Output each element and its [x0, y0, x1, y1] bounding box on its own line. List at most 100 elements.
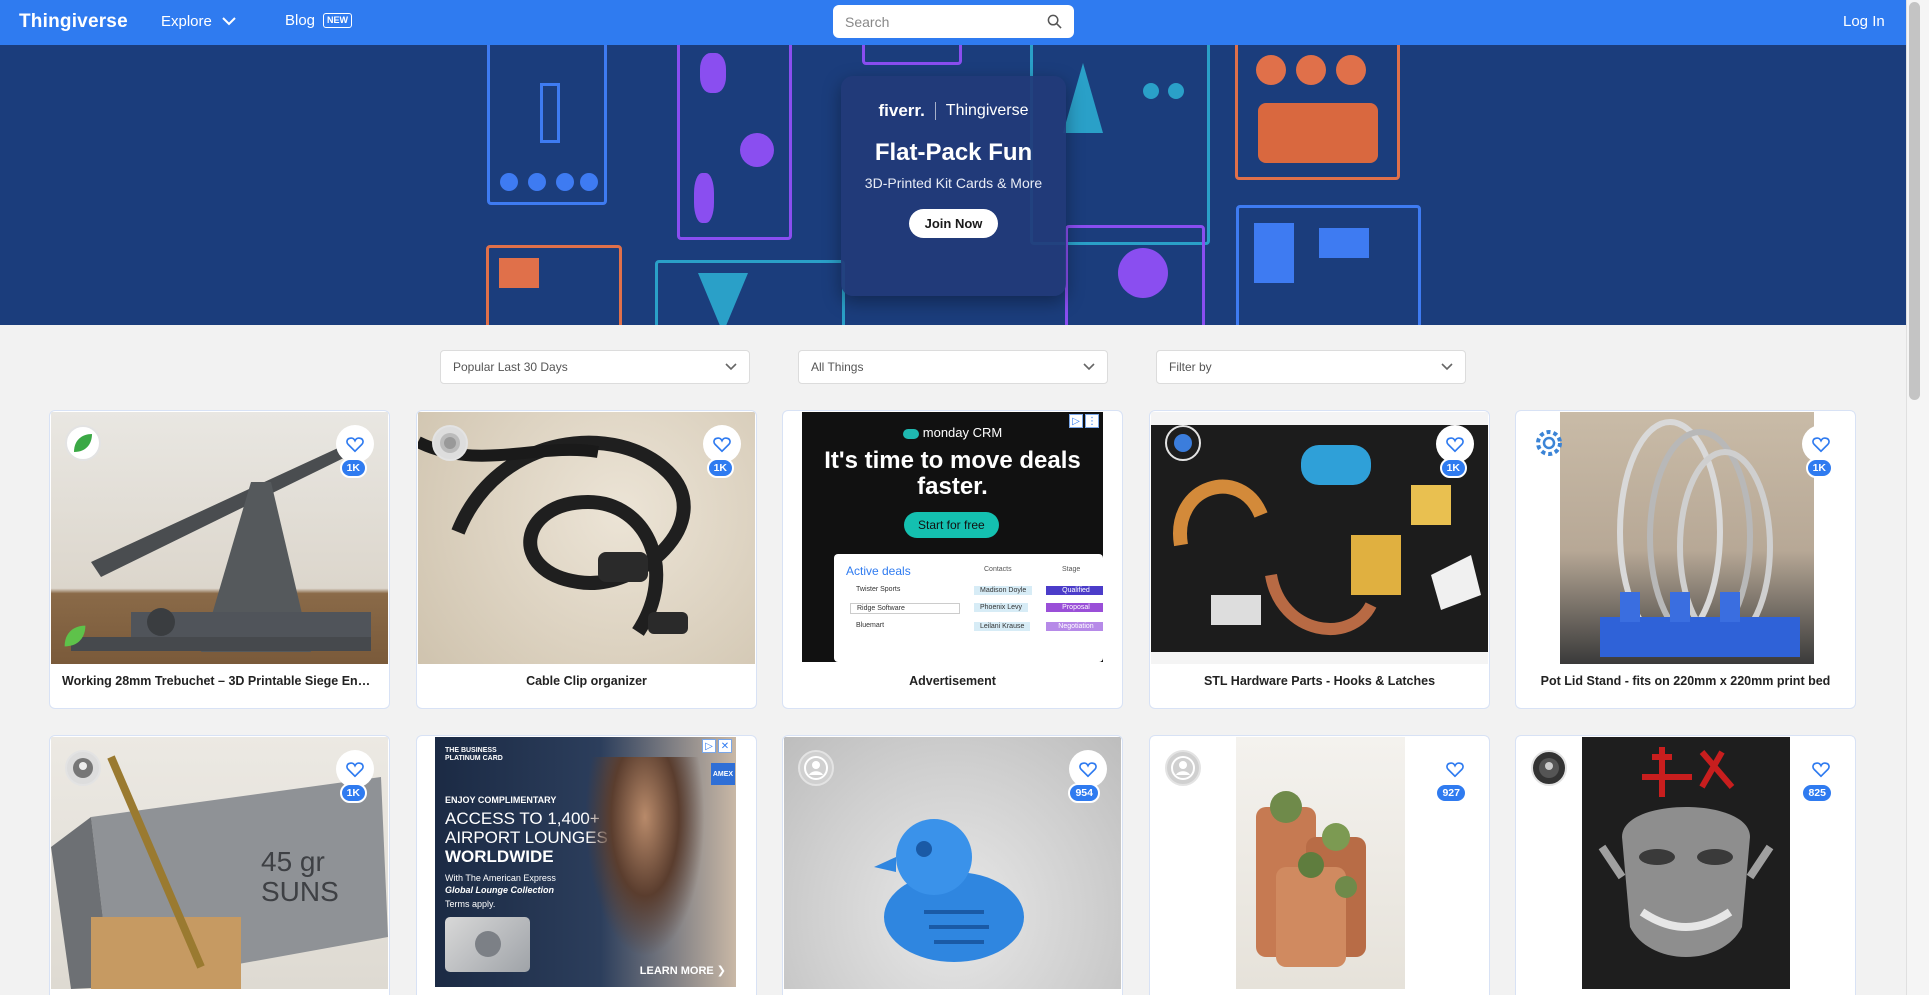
thing-card[interactable]: 1K Pot Lid Stand - fits on 220mm x 220mm… — [1515, 410, 1856, 709]
thing-title[interactable]: Cable Clip organizer — [417, 674, 756, 688]
type-value: All Things — [811, 360, 864, 374]
search-icon[interactable] — [1047, 14, 1062, 29]
ad-row-stage: Negotiation — [1046, 622, 1103, 631]
ad-line2: AIRPORT LOUNGES — [445, 828, 608, 847]
promo-brands: fiverr. Thingiverse — [841, 101, 1066, 121]
creator-avatar[interactable] — [432, 425, 468, 461]
sprue-blue-1 — [487, 45, 607, 205]
adchoices-icon[interactable]: ▷ — [702, 739, 716, 753]
sort-dropdown[interactable]: Popular Last 30 Days — [440, 350, 750, 384]
monday-crm-ad[interactable]: ▷ ⋮ monday CRM It's time to move deals fa… — [802, 412, 1103, 662]
blog-label: Blog — [285, 12, 316, 29]
ad-table: Active deals Contacts Stage Twister Spor… — [834, 554, 1103, 662]
explore-label: Explore — [161, 13, 212, 30]
amex-ad[interactable]: ▷ ✕ THE BUSINESS PLATINUM CARD ENJOY COMP… — [435, 737, 736, 987]
creator-avatar[interactable] — [65, 750, 101, 786]
search-input[interactable] — [845, 13, 1047, 30]
monday-logo-icon — [902, 428, 919, 439]
amex-card-image — [445, 917, 530, 972]
blog-link[interactable]: Blog NEW — [285, 12, 353, 29]
ad-brand-text: monday CRM — [922, 425, 1003, 440]
ad-fine1: With The American Express — [445, 873, 556, 883]
thing-card[interactable]: 954 — [782, 735, 1123, 995]
explore-menu[interactable]: Explore — [161, 13, 236, 30]
ad-fine2: Global Lounge Collection — [445, 885, 554, 895]
filter-by-dropdown[interactable]: Filter by — [1156, 350, 1466, 384]
like-count: 1K — [339, 783, 367, 803]
join-now-button[interactable]: Join Now — [908, 209, 999, 238]
thing-card[interactable]: 45 gr SUNS 1K — [49, 735, 390, 995]
ad-brand: monday CRM — [802, 425, 1103, 440]
like-count: 1K — [1805, 458, 1833, 478]
chevron-down-icon — [1083, 363, 1095, 371]
ad-learn-more-button[interactable]: LEARN MORE ❯ — [640, 964, 726, 977]
sprue-purple-1 — [677, 45, 792, 240]
ad-caption: Advertisement — [909, 674, 996, 688]
user-avatar-icon — [1171, 756, 1195, 780]
thing-card[interactable]: 1K Working 28mm Trebuchet – 3D Printable… — [49, 410, 390, 709]
heart-icon — [1812, 436, 1830, 452]
ad-cta-button[interactable]: Start for free — [904, 512, 999, 538]
sprue-orange-2 — [486, 245, 622, 325]
type-dropdown[interactable]: All Things — [798, 350, 1108, 384]
thingiverse-logo[interactable]: Thingiverse — [19, 11, 128, 33]
filter-value: Filter by — [1169, 360, 1212, 374]
fiverr-logo: fiverr. — [878, 101, 925, 120]
ad-card[interactable]: ▷ ⋮ monday CRM It's time to move deals fa… — [782, 410, 1123, 709]
planter-image — [1236, 737, 1405, 989]
thing-card[interactable]: 927 — [1149, 735, 1490, 995]
user-avatar-icon — [440, 433, 460, 453]
thing-title[interactable]: Pot Lid Stand - fits on 220mm x 220mm pr… — [1516, 674, 1855, 688]
thing-card[interactable]: 1K Cable Clip organizer — [416, 410, 757, 709]
amex-logo: AMEX — [711, 763, 735, 785]
search-box[interactable] — [833, 5, 1074, 38]
top-navigation-bar: Thingiverse Explore Blog NEW Log In — [0, 0, 1906, 45]
leaf-icon — [60, 621, 90, 656]
sprue-teal-2 — [655, 260, 845, 325]
thing-title[interactable]: STL Hardware Parts - Hooks & Latches — [1150, 674, 1489, 688]
ad-row-name: Ridge Software — [850, 603, 960, 614]
leaf-icon — [74, 434, 92, 452]
screw-holder-label: 45 gr SUNS — [261, 846, 339, 907]
close-icon[interactable]: ✕ — [718, 739, 732, 753]
ad-row-contact: Leilani Krause — [974, 622, 1031, 631]
like-count: 825 — [1801, 783, 1833, 803]
sprue-purple-2 — [862, 45, 962, 65]
creator-avatar[interactable] — [798, 750, 834, 786]
heart-icon — [1446, 436, 1464, 452]
sprue-orange-1 — [1235, 45, 1400, 180]
user-avatar-icon — [1539, 758, 1559, 778]
heart-icon — [713, 436, 731, 452]
ad-row-name: Twister Sports — [856, 586, 901, 593]
new-badge: NEW — [323, 13, 353, 28]
scrollbar-thumb[interactable] — [1909, 2, 1920, 400]
like-count: 1K — [339, 458, 367, 478]
creator-avatar[interactable] — [1531, 750, 1567, 786]
ad-card-label: THE BUSINESS PLATINUM CARD — [445, 747, 503, 762]
thing-title[interactable]: Working 28mm Trebuchet – 3D Printable Si… — [50, 674, 389, 688]
ad-headline: It's time to move deals faster. — [824, 447, 1081, 500]
creator-avatar[interactable] — [1531, 425, 1567, 461]
chevron-down-icon — [725, 363, 737, 371]
chevron-down-icon — [1441, 363, 1453, 371]
ad-card[interactable]: ▷ ✕ THE BUSINESS PLATINUM CARD ENJOY COMP… — [416, 735, 757, 995]
ad-eyebrow: ENJOY COMPLIMENTARY — [445, 795, 557, 805]
sprue-blue-2 — [1236, 205, 1421, 325]
creator-avatar[interactable] — [1165, 750, 1201, 786]
login-link[interactable]: Log In — [1843, 13, 1885, 30]
sort-value: Popular Last 30 Days — [453, 360, 568, 374]
sprue-purple-3 — [1065, 225, 1205, 325]
promo-subtitle: 3D-Printed Kit Cards & More — [864, 175, 1043, 191]
creator-avatar[interactable] — [1165, 425, 1201, 461]
creator-avatar[interactable] — [65, 425, 101, 461]
ad-fine3: Terms apply. — [445, 899, 496, 909]
woman-photo — [585, 757, 705, 957]
thingiverse-brand: Thingiverse — [945, 102, 1029, 119]
like-count: 1K — [706, 458, 734, 478]
thing-card[interactable]: 825 — [1515, 735, 1856, 995]
thing-card[interactable]: 1K STL Hardware Parts - Hooks & Latches — [1149, 410, 1490, 709]
user-avatar-icon — [73, 758, 93, 778]
samurai-mask-image — [1582, 737, 1790, 989]
ad-choices[interactable]: ▷ ✕ — [702, 739, 732, 753]
promo-banner[interactable]: fiverr. Thingiverse Flat-Pack Fun 3D-Pri… — [0, 45, 1906, 325]
